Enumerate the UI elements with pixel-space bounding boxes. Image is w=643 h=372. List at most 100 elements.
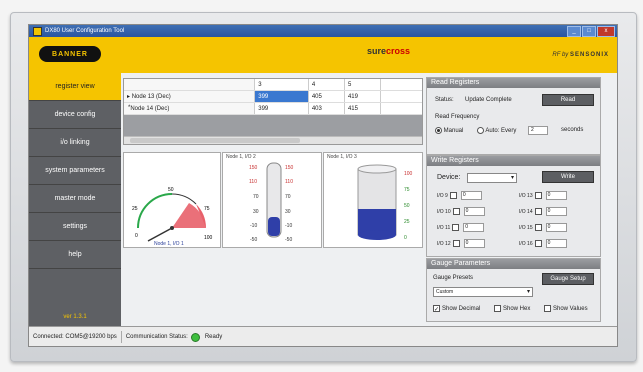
table-cell[interactable]: 405 xyxy=(308,90,345,103)
rfby-text: RF by xyxy=(552,52,569,58)
device-label: Device: xyxy=(437,174,461,181)
gauge-presets-select[interactable]: Custom xyxy=(433,287,533,297)
tank-tick: 0 xyxy=(404,235,407,241)
device-select[interactable] xyxy=(467,173,517,183)
window-controls: _ □ x xyxy=(567,26,615,37)
io-11-field[interactable]: I/O 11 0 xyxy=(437,223,485,232)
table-cell[interactable]: 415 xyxy=(344,102,382,115)
thermometer-ticks-left: 150 110 70 30 -10 -50 xyxy=(249,165,259,243)
io-value[interactable]: 0 xyxy=(545,207,567,216)
io-13-field[interactable]: I/O 13 0 xyxy=(519,191,567,200)
thermo-tick: 110 xyxy=(285,179,293,185)
write-button[interactable]: Write xyxy=(542,171,594,183)
io-checkbox[interactable] xyxy=(452,208,460,215)
checkbox-checked-icon[interactable]: ✓ xyxy=(433,305,440,313)
manual-label: Manual xyxy=(443,128,464,135)
io-label: I/O 10 xyxy=(437,208,451,215)
write-registers-panel: Write Registers Device: Write I/O 9 0 I/O… xyxy=(426,155,601,257)
thermometer-ticks-right: 150 110 70 30 -10 -50 xyxy=(285,165,294,243)
sidebar-item-device-config[interactable]: device config xyxy=(29,101,121,129)
thermo-tick: -10 xyxy=(250,223,257,229)
gauge-presets-label: Gauge Presets xyxy=(433,275,474,281)
status-label: Status: xyxy=(435,97,454,103)
io-12-field[interactable]: I/O 12 0 xyxy=(437,239,485,248)
scrollbar-thumb[interactable] xyxy=(130,138,300,143)
seconds-stepper[interactable]: 2 xyxy=(528,126,548,135)
row-header: ▸ Node 13 (Dec) xyxy=(124,90,256,103)
read-button[interactable]: Read xyxy=(542,94,594,106)
sidebar-item-help[interactable]: help xyxy=(29,241,121,269)
show-hex-checkbox[interactable]: Show Hex xyxy=(494,305,530,312)
new-row-marker[interactable]: * xyxy=(128,105,130,111)
table-row[interactable]: Node 14 (Dec) 399 403 415 xyxy=(124,102,422,115)
column-header[interactable]: 3 xyxy=(254,79,309,91)
close-button[interactable]: x xyxy=(597,26,615,37)
io-value[interactable]: 0 xyxy=(545,191,567,200)
io-checkbox[interactable] xyxy=(534,192,542,199)
checkbox-icon[interactable] xyxy=(494,305,501,312)
table-cell[interactable]: 403 xyxy=(308,102,345,115)
sidebar-item-register-view[interactable]: register view xyxy=(29,73,121,101)
sidebar-item-settings[interactable]: settings xyxy=(29,213,121,241)
tank-tick: 25 xyxy=(404,219,410,225)
sidebar-item-system-parameters[interactable]: system parameters xyxy=(29,157,121,185)
seconds-value[interactable]: 2 xyxy=(528,126,548,135)
io-value[interactable]: 0 xyxy=(463,207,485,216)
manual-radio[interactable]: Manual xyxy=(435,127,463,134)
sidebar-item-io-linking[interactable]: i/o linking xyxy=(29,129,121,157)
dial-tick-label: 50 xyxy=(168,187,174,193)
io-14-field[interactable]: I/O 14 0 xyxy=(519,207,567,216)
io-checkbox[interactable] xyxy=(534,224,542,231)
app-window: DX80 User Configuration Tool _ □ x BANNE… xyxy=(28,24,618,347)
io-label: I/O 9 xyxy=(437,192,448,199)
gauge-setup-button[interactable]: Gauge Setup xyxy=(542,273,594,285)
thermometer-panel: Node 1, I/O 2 150 110 70 30 -10 -50 150 … xyxy=(222,152,322,248)
io-value[interactable]: 0 xyxy=(460,191,482,200)
io-16-field[interactable]: I/O 16 0 xyxy=(519,239,567,248)
column-header[interactable]: 4 xyxy=(308,79,345,91)
manual-radio-icon[interactable] xyxy=(435,127,442,134)
io-10-field[interactable]: I/O 10 0 xyxy=(437,207,485,216)
column-header[interactable]: 5 xyxy=(344,79,382,91)
horizontal-scrollbar[interactable] xyxy=(124,136,422,144)
auto-radio[interactable]: Auto: Every xyxy=(477,127,516,134)
table-cell[interactable]: 399 xyxy=(254,90,309,103)
thermo-tick: 30 xyxy=(253,209,259,215)
tank-panel: Node 1, I/O 3 100 75 50 25 0 xyxy=(323,152,423,248)
minimize-button[interactable]: _ xyxy=(567,26,581,37)
table-row[interactable]: ▸ Node 13 (Dec) 399 405 419 xyxy=(124,90,422,103)
show-values-checkbox[interactable]: Show Values xyxy=(544,305,588,312)
io-checkbox[interactable] xyxy=(534,208,542,215)
auto-radio-icon[interactable] xyxy=(477,127,484,134)
tank-title: Node 1, I/O 3 xyxy=(327,154,357,160)
show-decimal-checkbox[interactable]: ✓ Show Decimal xyxy=(433,305,480,313)
io-label: I/O 13 xyxy=(519,192,533,199)
version-label: ver 1.3.1 xyxy=(63,314,87,320)
show-hex-label: Show Hex xyxy=(503,306,531,313)
grid-empty-area: * xyxy=(124,105,422,137)
io-checkbox[interactable] xyxy=(534,240,542,247)
communication-status: Communication Status: Ready xyxy=(122,331,226,343)
comm-value: Ready xyxy=(204,334,223,340)
table-cell[interactable]: 399 xyxy=(254,102,309,115)
io-checkbox[interactable] xyxy=(452,224,460,231)
io-15-field[interactable]: I/O 15 0 xyxy=(519,223,567,232)
dial-tick-label: 25 xyxy=(132,206,138,212)
dial-tick-label: 75 xyxy=(204,206,210,212)
maximize-button[interactable]: □ xyxy=(582,26,596,37)
register-grid[interactable]: 3 4 5 ▸ Node 13 (Dec) 399 405 419 Node 1… xyxy=(123,78,423,145)
io-checkbox[interactable] xyxy=(452,240,460,247)
io-value[interactable]: 0 xyxy=(463,239,485,248)
table-cell[interactable]: 419 xyxy=(344,90,382,103)
row-name: Node 13 (Dec) xyxy=(131,94,171,100)
checkbox-icon[interactable] xyxy=(544,305,551,312)
corner-cell xyxy=(124,79,256,91)
io-9-field[interactable]: I/O 9 0 xyxy=(437,191,482,200)
io-checkbox[interactable] xyxy=(449,192,457,199)
thermo-tick: 70 xyxy=(253,194,259,200)
status-bar: Connected: COM5@19200 bps Communication … xyxy=(29,326,617,346)
io-value[interactable]: 0 xyxy=(545,223,567,232)
io-value[interactable]: 0 xyxy=(545,239,567,248)
io-value[interactable]: 0 xyxy=(463,223,485,232)
sidebar-item-master-mode[interactable]: master mode xyxy=(29,185,121,213)
